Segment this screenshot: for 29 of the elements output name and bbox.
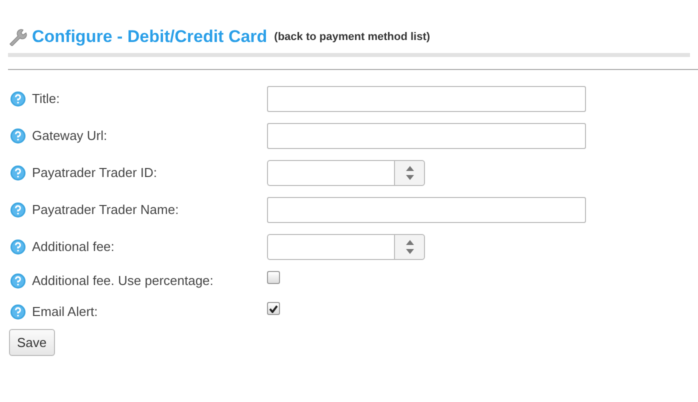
help-icon[interactable] [10, 202, 26, 218]
field-label: Additional fee: [32, 239, 114, 254]
help-icon[interactable] [10, 90, 26, 106]
spinner-arrows-icon[interactable] [406, 240, 414, 254]
help-icon[interactable] [10, 272, 26, 288]
field-label: Payatrader Trader Name: [32, 202, 179, 217]
wrench-icon [8, 28, 28, 46]
back-link[interactable]: (back to payment method list) [274, 31, 430, 43]
help-icon[interactable] [10, 128, 26, 144]
field-label: Payatrader Trader ID: [32, 165, 157, 180]
spinner-arrows-icon[interactable] [406, 166, 414, 180]
checkbox[interactable] [267, 271, 280, 284]
text-field[interactable] [267, 196, 586, 222]
text-field[interactable] [267, 122, 586, 148]
field-label: Additional fee. Use percentage: [32, 273, 214, 288]
text-field[interactable] [267, 86, 586, 112]
field-label: Gateway Url: [32, 128, 108, 143]
help-icon[interactable] [10, 164, 26, 180]
help-icon[interactable] [10, 238, 26, 254]
number-field[interactable] [267, 160, 394, 186]
spinner-button[interactable] [394, 160, 425, 186]
field-label: Title: [32, 91, 60, 106]
page-title: Configure - Debit/Credit Card [32, 27, 268, 47]
number-field[interactable] [267, 234, 394, 260]
spinner-button[interactable] [394, 234, 425, 260]
help-icon[interactable] [10, 304, 26, 320]
checkbox[interactable] [267, 302, 280, 315]
save-button[interactable]: Save [9, 329, 55, 356]
field-label: Email Alert: [32, 304, 98, 319]
